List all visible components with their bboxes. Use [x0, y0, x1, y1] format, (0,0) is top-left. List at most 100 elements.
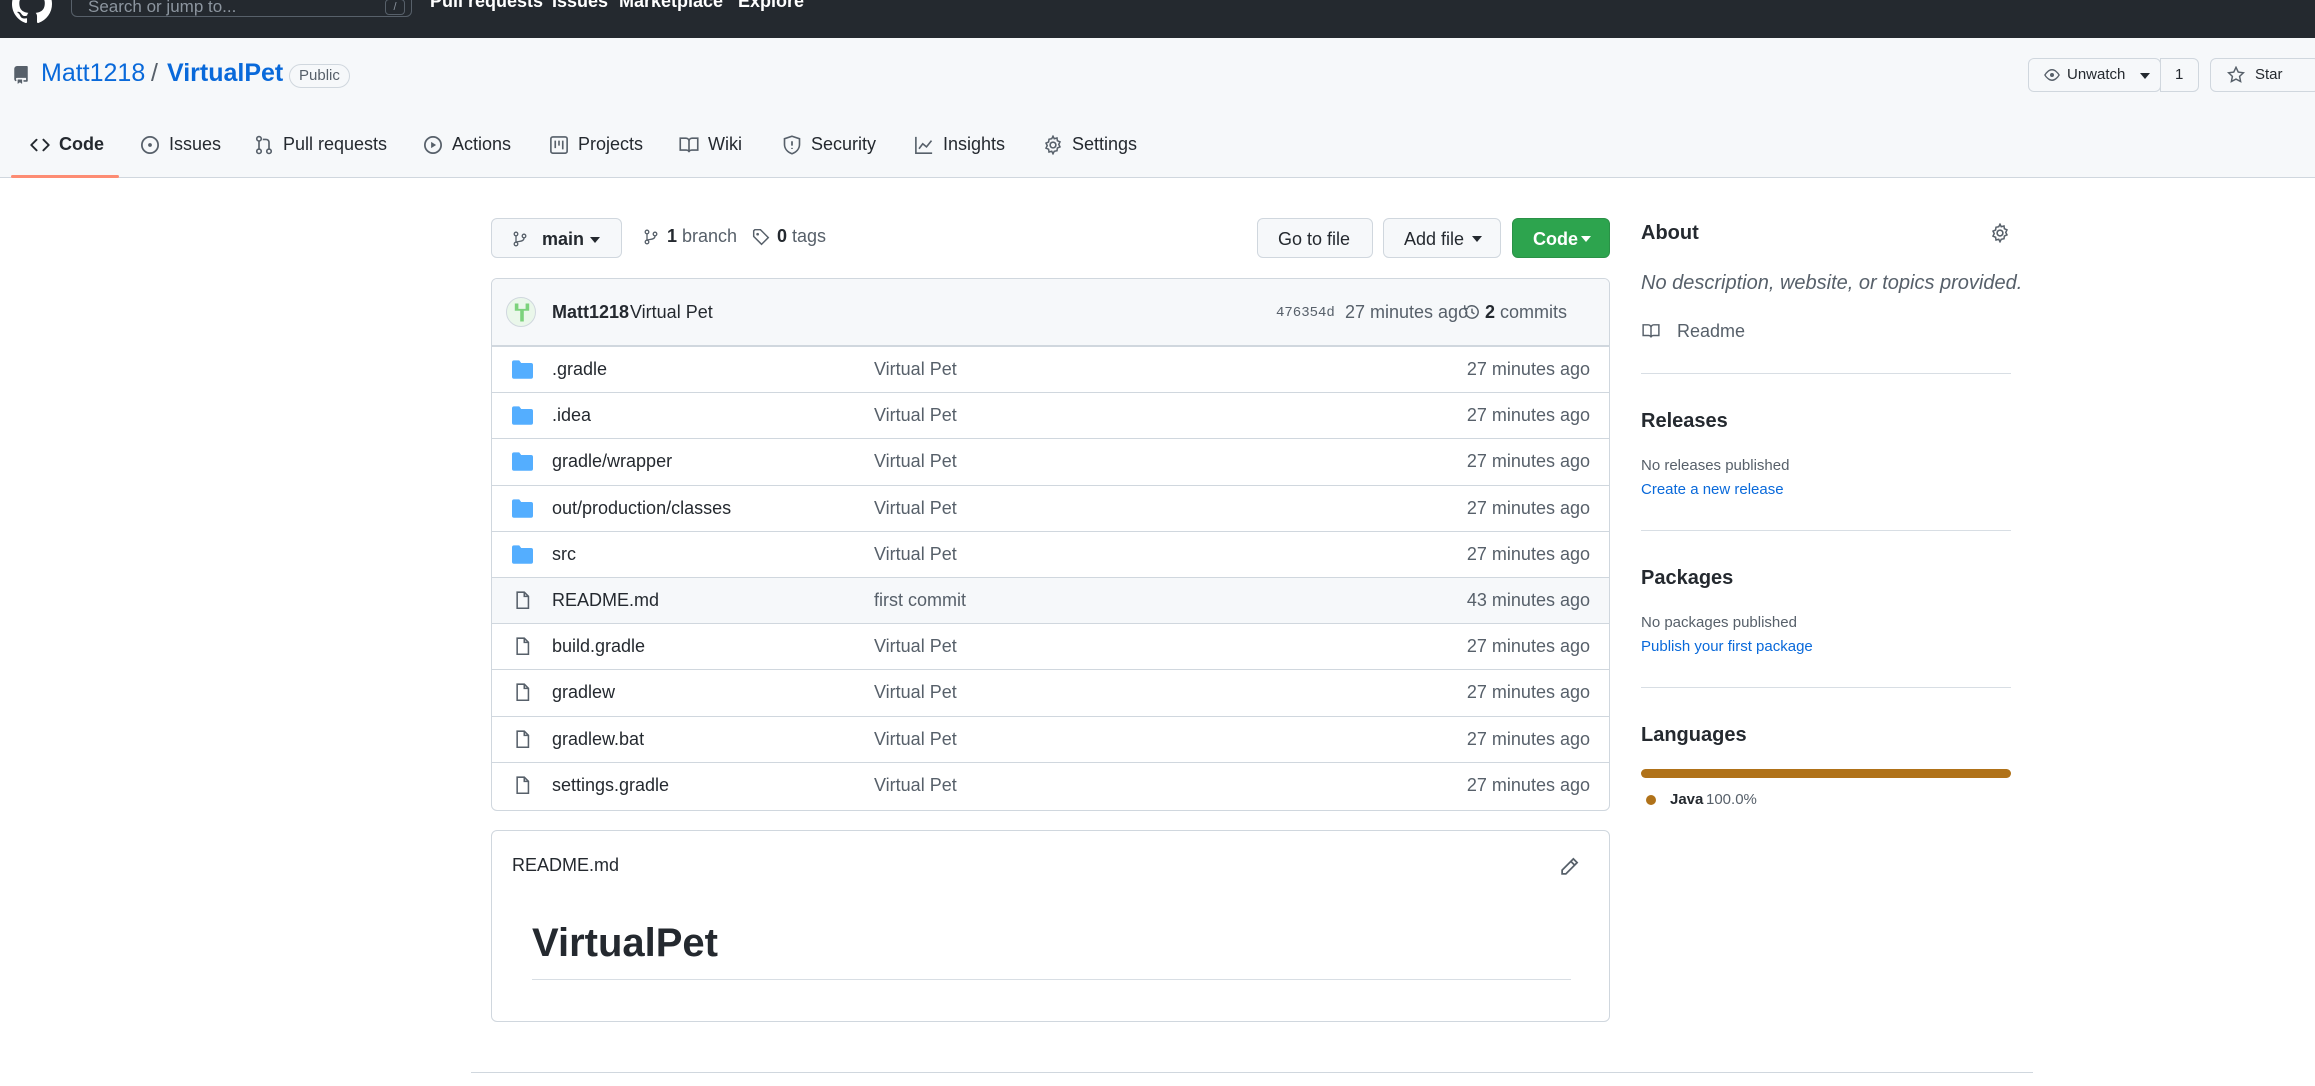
watch-count-value: 1	[2175, 66, 2184, 83]
eye-icon	[2044, 69, 2060, 81]
code-icon	[30, 138, 50, 152]
tab-wiki-label: Wiki	[708, 134, 742, 154]
file-commit-message[interactable]: Virtual Pet	[874, 544, 957, 565]
file-commit-message[interactable]: Virtual Pet	[874, 636, 957, 657]
commit-age: 27 minutes ago	[1345, 302, 1469, 322]
graph-icon	[915, 136, 933, 154]
visibility-badge: Public	[289, 64, 350, 88]
book-icon	[679, 137, 699, 153]
file-commit-message[interactable]: Virtual Pet	[874, 405, 957, 426]
topnav-issues[interactable]: Issues	[552, 0, 608, 12]
file-commit-message[interactable]: Virtual Pet	[874, 498, 957, 519]
file-row[interactable]: gradle/wrapper Virtual Pet 27 minutes ago	[492, 438, 1609, 484]
repo-owner-link[interactable]: Matt1218	[41, 59, 145, 88]
file-commit-message[interactable]: Virtual Pet	[874, 451, 957, 472]
file-row[interactable]: gradlew Virtual Pet 27 minutes ago	[492, 669, 1609, 715]
file-name[interactable]: settings.gradle	[552, 775, 669, 796]
file-name[interactable]: README.md	[552, 590, 659, 611]
file-commit-message[interactable]: Virtual Pet	[874, 682, 957, 703]
file-commit-age: 43 minutes ago	[1466, 590, 1590, 610]
readme-divider	[532, 979, 1571, 980]
avatar[interactable]	[506, 297, 536, 327]
packages-empty-text: No packages published	[1641, 614, 1797, 631]
file-icon	[516, 776, 530, 794]
file-name[interactable]: build.gradle	[552, 636, 645, 657]
branch-word: branch	[682, 226, 738, 246]
readme-filename: README.md	[512, 855, 620, 875]
file-commit-message[interactable]: Virtual Pet	[874, 775, 957, 796]
gear-icon	[1044, 135, 1062, 155]
tab-issues-label: Issues	[169, 134, 222, 154]
file-row[interactable]: .gradle Virtual Pet 27 minutes ago	[492, 346, 1609, 392]
search-input[interactable]: Search or jump to... /	[71, 0, 412, 17]
releases-title[interactable]: Releases	[1641, 410, 1728, 433]
file-name[interactable]: out/production/classes	[552, 498, 731, 519]
file-name[interactable]: gradlew	[552, 682, 615, 703]
unwatch-label: Unwatch	[2067, 66, 2126, 83]
file-row[interactable]: out/production/classes Virtual Pet 27 minu…	[492, 484, 1609, 531]
file-row[interactable]: README.md first commit 43 minutes ago	[492, 577, 1609, 623]
sidebar-divider	[1641, 373, 2011, 374]
packages-title[interactable]: Packages	[1641, 567, 1733, 590]
commit-sha[interactable]: 476354d	[1276, 305, 1335, 321]
watch-count[interactable]: 1	[2160, 58, 2199, 92]
path-separator: /	[151, 59, 158, 87]
file-commit-age: 27 minutes ago	[1466, 636, 1590, 657]
tab-code-label: Code	[59, 134, 104, 154]
create-release-link[interactable]: Create a new release	[1641, 481, 1784, 498]
file-icon	[516, 591, 530, 609]
file-name[interactable]: gradlew.bat	[552, 729, 644, 750]
search-shortcut-key: /	[385, 0, 405, 15]
about-description: No description, website, or topics provi…	[1641, 272, 2023, 294]
add-file-button[interactable]: Add file	[1383, 218, 1501, 258]
go-to-file-button[interactable]: Go to file	[1257, 218, 1373, 258]
tab-settings-label: Settings	[1072, 134, 1138, 154]
folder-icon	[512, 545, 533, 564]
repo-icon	[14, 66, 28, 84]
publish-package-link[interactable]: Publish your first package	[1641, 638, 1813, 655]
commits-link[interactable]: 2 commits	[1463, 302, 1568, 323]
file-name[interactable]: .gradle	[552, 359, 607, 380]
commit-word: commits	[1500, 302, 1568, 322]
topnav-pull-requests[interactable]: Pull requests	[430, 0, 543, 12]
book-icon	[1642, 324, 1660, 338]
file-row[interactable]: .idea Virtual Pet 27 minutes ago	[492, 392, 1609, 438]
branch-name: main	[542, 229, 585, 249]
readme-link[interactable]: Readme	[1677, 321, 1745, 342]
play-icon	[424, 136, 442, 154]
pull-request-icon	[255, 135, 273, 155]
code-button[interactable]: Code	[1512, 218, 1610, 258]
file-commit-message[interactable]: first commit	[874, 590, 966, 611]
footer-divider	[471, 1072, 2033, 1073]
tab-pull-requests-label: Pull requests	[283, 134, 388, 154]
pencil-icon[interactable]	[1559, 857, 1579, 877]
file-row[interactable]: settings.gradle Virtual Pet 27 minutes ago	[492, 761, 1609, 808]
file-name[interactable]: src	[552, 544, 576, 565]
go-to-file-label: Go to file	[1278, 229, 1351, 249]
file-commit-message[interactable]: Virtual Pet	[874, 729, 957, 750]
languages-title: Languages	[1641, 724, 1747, 746]
active-tab-indicator	[11, 175, 119, 178]
file-commit-age: 27 minutes ago	[1466, 774, 1590, 795]
commit-message[interactable]: Virtual Pet	[630, 302, 713, 323]
file-row[interactable]: src Virtual Pet 27 minutes ago	[492, 530, 1609, 577]
topnav-explore[interactable]: Explore	[738, 0, 804, 12]
github-logo-icon[interactable]	[12, 0, 52, 24]
tab-insights-label: Insights	[943, 134, 1006, 154]
sidebar-divider	[1641, 687, 2011, 688]
tab-projects-label: Projects	[578, 134, 644, 154]
topnav-marketplace[interactable]: Marketplace	[619, 0, 723, 12]
commit-author[interactable]: Matt1218	[552, 302, 629, 323]
star-button[interactable]: Star	[2210, 58, 2315, 92]
file-name[interactable]: gradle/wrapper	[552, 451, 672, 472]
file-row[interactable]: build.gradle Virtual Pet 27 minutes ago	[492, 623, 1609, 669]
unwatch-button[interactable]: Unwatch	[2028, 58, 2161, 92]
repo-name-link[interactable]: VirtualPet	[167, 59, 283, 88]
branch-select-button[interactable]: main	[491, 218, 622, 258]
file-commit-message[interactable]: Virtual Pet	[874, 359, 957, 380]
search-placeholder: Search or jump to...	[88, 0, 237, 16]
file-name[interactable]: .idea	[552, 405, 591, 426]
gear-icon[interactable]	[1990, 223, 2010, 243]
language-name[interactable]: Java	[1670, 791, 1703, 808]
file-row[interactable]: gradlew.bat Virtual Pet 27 minutes ago	[492, 715, 1609, 762]
